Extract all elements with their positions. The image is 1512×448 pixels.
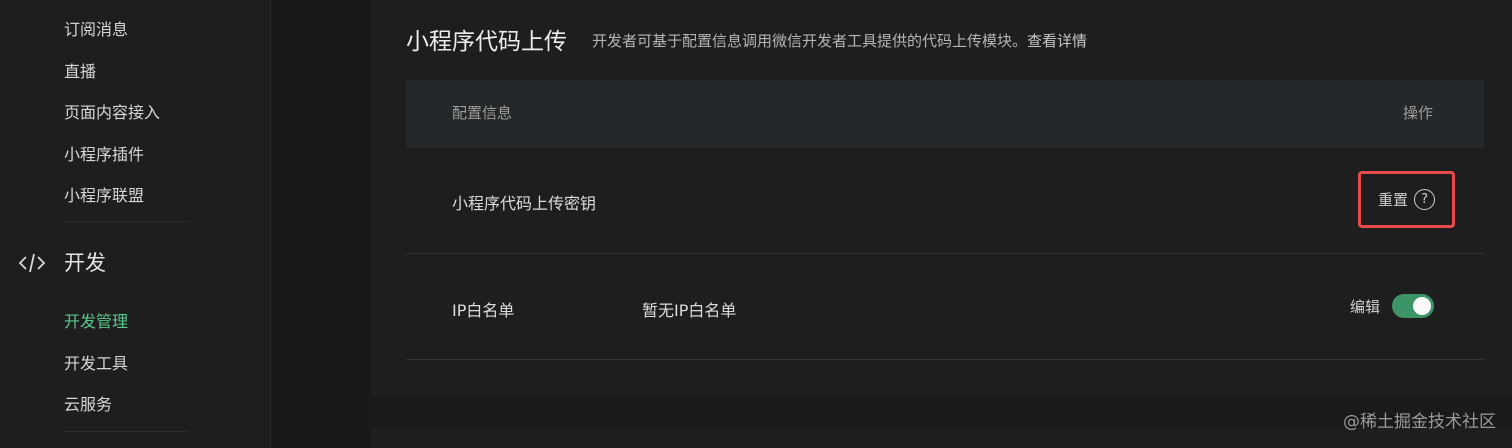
table-header: 配置信息 操作 bbox=[406, 80, 1484, 148]
watermark: @稀土掘金技术社区 bbox=[1343, 412, 1496, 432]
sidebar-item-dev-manage[interactable]: 开发管理 bbox=[64, 308, 128, 332]
reset-action: 重置 ? bbox=[1378, 189, 1436, 210]
row-upload-key-name: 小程序代码上传密钥 bbox=[452, 194, 597, 213]
help-icon[interactable]: ? bbox=[1414, 189, 1436, 210]
row-ip-whitelist-name: IP白名单 bbox=[452, 301, 515, 320]
code-upload-card: 小程序代码上传 开发者可基于配置信息调用微信开发者工具提供的代码上传模块。查看详… bbox=[370, 0, 1512, 396]
sidebar-item-page-content[interactable]: 页面内容接入 bbox=[64, 99, 160, 123]
section-desc-text: 开发者可基于配置信息调用微信开发者工具提供的代码上传模块。 bbox=[592, 32, 1028, 50]
sidebar: 订阅消息 直播 页面内容接入 小程序插件 小程序联盟 开发 开发管理 开发工具 … bbox=[0, 0, 271, 448]
next-card bbox=[370, 428, 1512, 448]
header-config: 配置信息 bbox=[452, 104, 513, 122]
sidebar-group-title: 开发 bbox=[64, 251, 106, 275]
toggle-knob bbox=[1413, 297, 1432, 315]
app-root: 订阅消息 直播 页面内容接入 小程序插件 小程序联盟 开发 开发管理 开发工具 … bbox=[0, 0, 1512, 448]
ip-whitelist-toggle[interactable] bbox=[1392, 294, 1435, 318]
row-divider bbox=[406, 253, 1484, 254]
sidebar-divider bbox=[64, 431, 188, 432]
sidebar-item-dev-tools[interactable]: 开发工具 bbox=[64, 350, 128, 374]
sidebar-group-dev[interactable]: 开发 bbox=[18, 248, 106, 278]
sidebar-divider bbox=[64, 221, 188, 222]
sidebar-item-subscribe-msg[interactable]: 订阅消息 bbox=[64, 16, 128, 40]
view-details-link[interactable]: 查看详情 bbox=[1027, 32, 1087, 50]
sidebar-item-cloud[interactable]: 云服务 bbox=[64, 391, 112, 415]
code-icon bbox=[18, 253, 46, 273]
row-divider bbox=[406, 359, 1484, 360]
header-action: 操作 bbox=[1403, 104, 1434, 122]
content-gutter bbox=[272, 0, 370, 448]
row-ip-whitelist-value: 暂无IP白名单 bbox=[642, 301, 737, 320]
section-description: 开发者可基于配置信息调用微信开发者工具提供的代码上传模块。查看详情 bbox=[592, 30, 1087, 51]
edit-action: 编辑 bbox=[1350, 294, 1435, 318]
section-title: 小程序代码上传 bbox=[406, 29, 567, 55]
sidebar-item-union[interactable]: 小程序联盟 bbox=[64, 182, 144, 206]
sidebar-item-live[interactable]: 直播 bbox=[64, 58, 96, 82]
reset-button[interactable]: 重置 bbox=[1378, 189, 1408, 210]
edit-button[interactable]: 编辑 bbox=[1350, 296, 1380, 317]
sidebar-item-plugin[interactable]: 小程序插件 bbox=[64, 141, 144, 165]
